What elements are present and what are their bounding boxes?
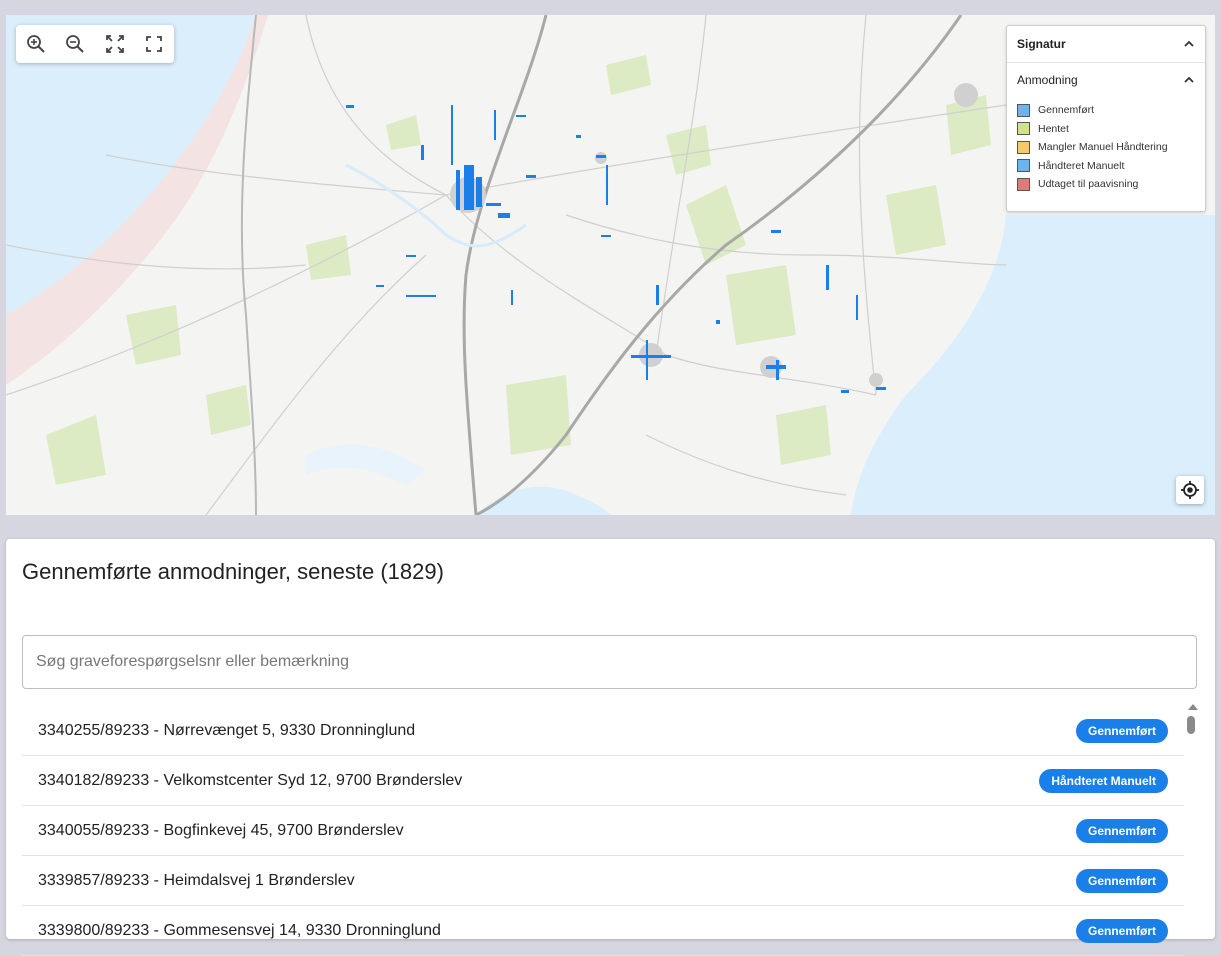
legend-item-label: Gennemført [1038,104,1095,117]
my-location-icon [1181,481,1199,499]
list-item[interactable]: 3340182/89233 - Velkomstcenter Syd 12, 9… [22,756,1184,806]
legend-group-title: Anmodning [1017,73,1078,87]
list-item[interactable]: 3339800/89233 - Gommesensvej 14, 9330 Dr… [22,906,1184,956]
legend-item-label: Hentet [1038,122,1069,135]
legend-swatch [1017,159,1030,173]
legend-swatch [1017,140,1030,154]
list-item[interactable]: 3339857/89233 - Heimdalsvej 1 Brøndersle… [22,856,1184,906]
map-legend: Signatur Anmodning Gennemført Hentet Man… [1006,25,1206,212]
status-badge: Håndteret Manuelt [1039,768,1168,793]
legend-item-label: Mangler Manuel Håndtering [1038,141,1168,154]
list-item-text: 3339800/89233 - Gommesensvej 14, 9330 Dr… [38,921,441,939]
status-badge: Gennemført [1075,718,1168,743]
legend-item-hentet: Hentet [1017,120,1195,139]
fullscreen-button[interactable] [139,29,169,59]
fullscreen-icon [146,36,163,52]
fit-bounds-button[interactable] [100,29,130,59]
legend-item-handteret: Håndteret Manuelt [1017,157,1195,176]
scroll-thumb[interactable] [1187,716,1195,734]
status-badge: Gennemført [1075,818,1168,843]
legend-swatch [1017,122,1030,136]
scroll-up-icon[interactable] [1188,704,1198,710]
map-view[interactable]: Signatur Anmodning Gennemført Hentet Man… [6,15,1215,515]
zoom-out-icon [66,35,84,53]
legend-title: Signatur [1017,37,1066,51]
list-item-text: 3339857/89233 - Heimdalsvej 1 Brøndersle… [38,871,355,889]
list-item-text: 3340255/89233 - Nørrevænget 5, 9330 Dron… [38,721,416,739]
requests-list: 3340255/89233 - Nørrevænget 5, 9330 Dron… [22,706,1184,956]
legend-items: Gennemført Hentet Mangler Manuel Håndter… [1007,97,1205,194]
zoom-out-button[interactable] [60,29,90,59]
legend-swatch [1017,103,1030,117]
legend-item-udtaget: Udtaget til paavisning [1017,175,1195,194]
legend-item-label: Håndteret Manuelt [1038,159,1125,172]
list-item-text: 3340182/89233 - Velkomstcenter Syd 12, 9… [38,771,463,789]
list-scrollbar[interactable] [1184,704,1200,944]
legend-group-header[interactable]: Anmodning [1007,63,1205,97]
locate-button[interactable] [1176,476,1204,504]
requests-panel: Gennemførte anmodninger, seneste (1829) … [6,539,1215,956]
list-item-text: 3340055/89233 - Bogfinkevej 45, 9700 Brø… [38,821,404,839]
chevron-up-icon[interactable] [1183,38,1195,50]
legend-item-mangler: Mangler Manuel Håndtering [1017,138,1195,157]
status-badge: Gennemført [1075,918,1168,943]
legend-header[interactable]: Signatur [1007,26,1205,63]
search-input[interactable] [22,635,1197,689]
legend-item-label: Udtaget til paavisning [1038,178,1139,191]
zoom-in-button[interactable] [21,29,51,59]
list-item[interactable]: 3340255/89233 - Nørrevænget 5, 9330 Dron… [22,706,1184,756]
fit-bounds-icon [105,35,124,53]
status-badge: Gennemført [1075,868,1168,893]
zoom-in-icon [26,35,45,53]
legend-swatch [1017,177,1030,191]
list-item[interactable]: 3340055/89233 - Bogfinkevej 45, 9700 Brø… [22,806,1184,856]
page-title: Gennemførte anmodninger, seneste (1829) [22,559,444,584]
legend-item-gennemfort: Gennemført [1017,101,1195,120]
map-toolbar [16,25,174,63]
chevron-up-icon[interactable] [1183,74,1195,86]
